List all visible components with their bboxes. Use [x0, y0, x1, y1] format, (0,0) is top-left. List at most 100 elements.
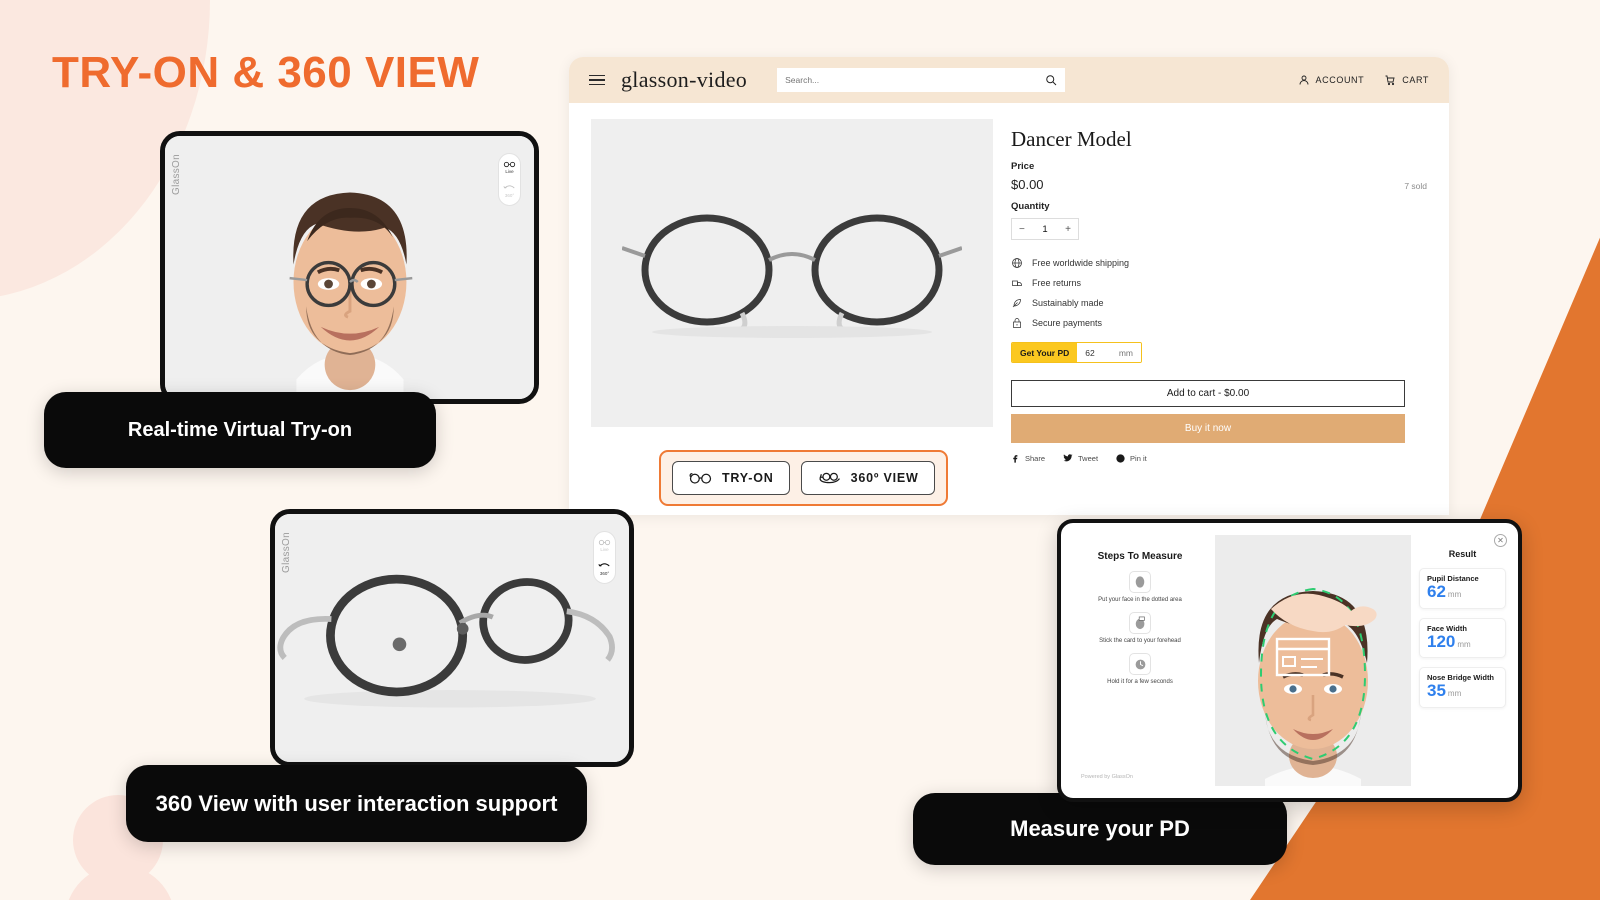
pd-step-1: Put your face in the dotted area — [1073, 571, 1207, 603]
tryon-button[interactable]: TRY-ON — [672, 461, 790, 495]
tryon-actions-group: TRY-ON 360º VIEW — [659, 450, 948, 506]
powered-by-label: Powered by GlassOn — [1081, 774, 1133, 780]
tryon-device-brand: GlassOn — [171, 154, 182, 196]
result-face-width: Face Width 120 mm — [1419, 617, 1506, 659]
product-info: Dancer Model Price $0.00 7 sold Quantity… — [1011, 119, 1427, 463]
tryon-button-label: TRY-ON — [722, 471, 774, 485]
share-label: Tweet — [1078, 453, 1099, 463]
view360-button-label: 360º VIEW — [850, 471, 919, 485]
caption-tryon: Real-time Virtual Try-on — [44, 392, 436, 468]
store-window: glasson-video ACCOUNT CART — [569, 57, 1449, 515]
hamburger-icon[interactable] — [589, 74, 605, 86]
pd-result-title: Result — [1448, 549, 1477, 559]
view360-mode-360-label: 360° — [599, 571, 610, 576]
result-value-wrap: 62 mm — [1427, 582, 1498, 602]
glasses-icon — [689, 473, 712, 484]
result-value-wrap: 35 mm — [1427, 682, 1498, 701]
globe-icon — [1012, 258, 1022, 268]
face-oval-icon — [1129, 571, 1151, 593]
share-label: Share — [1025, 453, 1046, 463]
cart-button[interactable]: CART — [1384, 74, 1429, 86]
account-button[interactable]: ACCOUNT — [1298, 74, 1365, 86]
store-body: Dancer Model Price $0.00 7 sold Quantity… — [569, 103, 1449, 463]
twitter-icon — [1063, 454, 1073, 462]
cart-icon — [1385, 75, 1395, 86]
feature-label: Free worldwide shipping — [1032, 258, 1130, 268]
feature-item-returns: Free returns — [1011, 277, 1427, 289]
get-your-pd-control[interactable]: Get Your PD 62 mm — [1011, 342, 1142, 363]
rotate-icon — [503, 185, 515, 189]
pd-steps-title: Steps To Measure — [1097, 551, 1183, 562]
share-facebook-button[interactable]: Share — [1011, 453, 1045, 463]
glasses-rotate-icon — [819, 472, 840, 484]
search-box[interactable] — [777, 68, 1066, 92]
feature-label: Secure payments — [1032, 318, 1103, 328]
pd-face-preview — [1215, 535, 1411, 786]
view360-mode-360[interactable]: 360° — [594, 560, 615, 578]
return-box-icon — [1012, 280, 1022, 286]
result-value: 35 — [1427, 681, 1446, 701]
pd-step-3: Hold it for a few seconds — [1073, 653, 1207, 685]
pink-circle-bottom-left-2 — [65, 865, 175, 900]
rotate-icon — [598, 563, 610, 567]
feature-item-payments: Secure payments — [1011, 317, 1427, 329]
page-title: TRY-ON & 360 VIEW — [52, 48, 480, 97]
search-input[interactable] — [785, 75, 1046, 85]
tryon-face-photo — [165, 136, 534, 399]
view360-device-mode-switch[interactable]: Live 360° — [593, 531, 616, 584]
quantity-value: 1 — [1042, 223, 1048, 235]
result-unit: mm — [1447, 689, 1462, 699]
tryon-device-card: GlassOn Live 360° — [160, 131, 539, 404]
result-nose-bridge-width: Nose Bridge Width 35 mm — [1419, 667, 1506, 709]
glasses-icon — [598, 539, 611, 546]
search-icon[interactable] — [1045, 74, 1057, 86]
result-unit: mm — [1457, 639, 1471, 649]
quantity-label: Quantity — [1011, 201, 1050, 212]
get-your-pd-button[interactable]: Get Your PD — [1012, 343, 1078, 362]
feature-label: Free returns — [1032, 278, 1082, 288]
account-label: ACCOUNT — [1315, 75, 1365, 85]
view360-mode-live[interactable]: Live — [594, 537, 615, 554]
quantity-decrement-button[interactable]: − — [1019, 224, 1025, 235]
feature-item-sustainable: Sustainably made — [1011, 297, 1427, 309]
pd-value-field[interactable]: 62 mm — [1077, 343, 1141, 362]
store-brand: glasson-video — [621, 67, 748, 92]
feature-label: Sustainably made — [1032, 298, 1104, 308]
pd-unit: mm — [1118, 347, 1133, 358]
product-image[interactable] — [591, 119, 993, 427]
glasses-icon — [503, 161, 516, 168]
view360-device-brand: GlassOn — [281, 532, 292, 574]
pd-step-3-label: Hold it for a few seconds — [1107, 679, 1173, 685]
caption-view360: 360 View with user interaction support — [126, 765, 587, 842]
pd-face-photo — [1215, 535, 1411, 786]
feature-item-shipping: Free worldwide shipping — [1011, 257, 1427, 269]
view360-mode-live-label: Live — [600, 547, 609, 552]
pinterest-icon — [1116, 453, 1125, 463]
share-twitter-button[interactable]: Tweet — [1063, 453, 1098, 463]
tryon-mode-live[interactable]: Live — [499, 159, 520, 176]
view360-device-card: GlassOn Live 360° — [270, 509, 634, 767]
share-row: Share Tweet Pin it — [1011, 453, 1427, 463]
buy-it-now-button[interactable]: Buy it now — [1011, 414, 1405, 443]
share-label: Pin it — [1130, 453, 1147, 463]
clock-icon — [1129, 653, 1151, 675]
close-icon[interactable]: ✕ — [1494, 534, 1507, 547]
pd-value: 62 — [1085, 347, 1095, 358]
tryon-mode-360[interactable]: 360° — [499, 182, 520, 200]
feature-list: Free worldwide shipping Free returns Sus… — [1011, 257, 1427, 329]
share-pinterest-button[interactable]: Pin it — [1116, 453, 1147, 463]
add-to-cart-button[interactable]: Add to cart - $0.00 — [1011, 380, 1405, 407]
view360-glasses-photo — [275, 514, 629, 762]
facebook-icon — [1013, 454, 1018, 463]
card-on-face-icon — [1129, 612, 1151, 634]
tryon-device-mode-switch[interactable]: Live 360° — [498, 153, 521, 206]
caption-pd: Measure your PD — [913, 793, 1287, 865]
result-unit: mm — [1447, 590, 1462, 599]
view360-button[interactable]: 360º VIEW — [800, 461, 935, 495]
eyeglasses-illustration — [622, 214, 962, 338]
result-value-wrap: 120 mm — [1427, 632, 1498, 652]
product-price: $0.00 — [1011, 177, 1044, 192]
quantity-stepper[interactable]: − 1 + — [1011, 218, 1079, 240]
quantity-increment-button[interactable]: + — [1065, 224, 1071, 235]
tryon-mode-360-label: 360° — [504, 193, 515, 198]
